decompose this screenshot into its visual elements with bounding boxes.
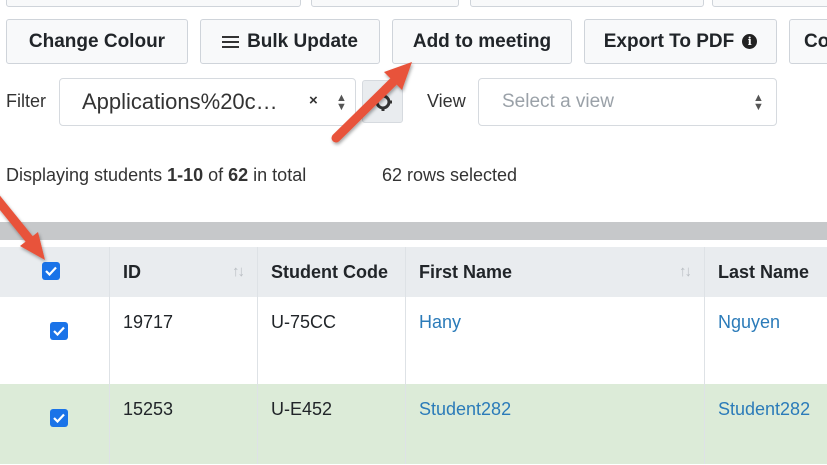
summary-prefix: Displaying students bbox=[6, 165, 168, 185]
add-to-meeting-button[interactable]: Add to meeting bbox=[392, 19, 572, 64]
bulk-update-label: Bulk Update bbox=[247, 30, 358, 52]
cell-last-name: Student282 bbox=[705, 384, 827, 464]
select-all-cell bbox=[0, 247, 110, 297]
select-all-checkbox[interactable] bbox=[42, 262, 60, 280]
filter-settings-button[interactable] bbox=[362, 80, 403, 123]
cell-last-name: Nguyen bbox=[705, 297, 827, 384]
summary-middle: of bbox=[203, 165, 229, 185]
column-header-last-name-label: Last Name bbox=[718, 261, 810, 282]
last-name-link[interactable]: Student282 bbox=[718, 399, 810, 419]
gear-icon bbox=[373, 92, 392, 111]
info-icon: i bbox=[742, 34, 758, 49]
column-header-last-name[interactable]: Last Name bbox=[705, 247, 827, 297]
cell-student-code: U-E452 bbox=[258, 384, 406, 464]
row-select-cell bbox=[0, 384, 110, 464]
summary-total: 62 bbox=[228, 165, 249, 185]
row-checkbox[interactable] bbox=[50, 409, 68, 427]
clipped-button[interactable] bbox=[712, 0, 827, 7]
table-row[interactable]: 15253 U-E452 Student282 Student282 bbox=[0, 384, 827, 464]
add-to-meeting-label: Add to meeting bbox=[412, 30, 552, 52]
cell-id: 19717 bbox=[110, 297, 258, 384]
check-icon bbox=[45, 266, 57, 276]
change-colour-button[interactable]: Change Colour bbox=[6, 19, 188, 64]
clipped-button[interactable] bbox=[311, 0, 459, 7]
clipped-button[interactable] bbox=[6, 0, 301, 7]
column-header-id-label: ID bbox=[123, 261, 141, 282]
clipped-button[interactable] bbox=[470, 0, 704, 7]
column-header-student-code[interactable]: Student Code bbox=[258, 247, 406, 297]
selection-count: 62 rows selected bbox=[382, 165, 518, 185]
change-colour-label: Change Colour bbox=[28, 30, 166, 52]
table-row[interactable]: 19717 U-75CC Hany Nguyen bbox=[0, 297, 827, 385]
view-select[interactable]: Select a view ▲ ▼ bbox=[478, 78, 777, 126]
filter-label: Filter bbox=[6, 91, 46, 111]
filter-value: Applications%20c… bbox=[82, 89, 278, 114]
list-icon bbox=[222, 35, 240, 48]
column-header-id[interactable]: ID ↑↓ bbox=[110, 247, 258, 297]
first-name-link[interactable]: Student282 bbox=[419, 399, 511, 419]
column-header-first-name-label: First Name bbox=[419, 261, 513, 282]
bulk-update-button[interactable]: Bulk Update bbox=[200, 19, 380, 64]
check-icon bbox=[53, 413, 65, 423]
cell-student-code: U-75CC bbox=[258, 297, 406, 384]
sort-updown-icon: ▲ ▼ bbox=[336, 92, 347, 113]
clipped-button-row bbox=[0, 0, 827, 7]
cell-first-name: Hany bbox=[406, 297, 705, 384]
summary-suffix: in total bbox=[248, 165, 307, 185]
view-placeholder: Select a view bbox=[502, 91, 614, 112]
sort-icon[interactable]: ↑↓ bbox=[232, 263, 245, 280]
export-to-pdf-button[interactable]: Export To PDF i bbox=[584, 19, 777, 64]
check-icon bbox=[53, 326, 65, 336]
row-checkbox[interactable] bbox=[50, 322, 68, 340]
table-header-row: ID ↑↓ Student Code First Name ↑↓ Last Na… bbox=[0, 247, 827, 298]
row-select-cell bbox=[0, 297, 110, 384]
column-header-first-name[interactable]: First Name ↑↓ bbox=[406, 247, 705, 297]
filter-select[interactable]: Applications%20c… × ▲ ▼ bbox=[59, 78, 356, 126]
export-to-pdf-label: Export To PDF bbox=[603, 30, 735, 52]
view-label: View bbox=[427, 91, 466, 111]
sort-icon[interactable]: ↑↓ bbox=[679, 263, 692, 280]
pagination-summary: Displaying students 1-10 of 62 in total bbox=[6, 165, 306, 186]
clipped-toolbar-button[interactable]: Co bbox=[789, 19, 827, 64]
clipped-toolbar-label: Co bbox=[804, 30, 827, 52]
column-header-student-code-label: Student Code bbox=[271, 261, 388, 282]
close-icon[interactable]: × bbox=[309, 92, 318, 109]
cell-id: 15253 bbox=[110, 384, 258, 464]
first-name-link[interactable]: Hany bbox=[419, 312, 461, 332]
cell-first-name: Student282 bbox=[406, 384, 705, 464]
chevron-updown-icon: ▲ ▼ bbox=[753, 92, 764, 113]
horizontal-scrollbar[interactable] bbox=[0, 222, 827, 240]
last-name-link[interactable]: Nguyen bbox=[718, 312, 780, 332]
summary-range: 1-10 bbox=[167, 165, 204, 185]
